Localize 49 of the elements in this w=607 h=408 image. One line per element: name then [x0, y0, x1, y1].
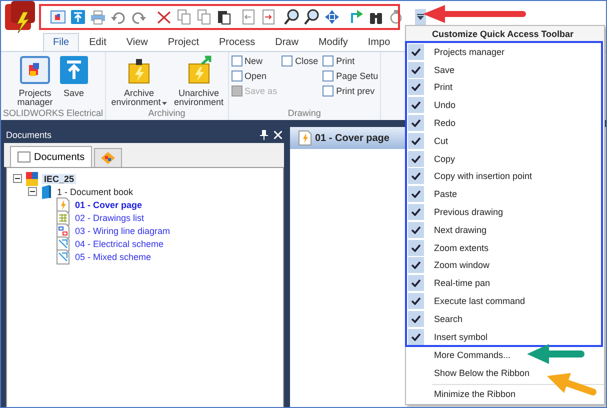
menu-item[interactable]: Copy with insertion point	[406, 168, 604, 186]
menu-item[interactable]: Zoom extents	[406, 238, 604, 257]
ribbon-tab[interactable]: View	[116, 33, 158, 51]
menu-item[interactable]: Show Below the Ribbon	[406, 364, 604, 383]
ribbon-button[interactable]: Unarchive environment	[172, 52, 226, 108]
panel-title: Documents	[6, 130, 52, 140]
menu-item[interactable]: Insert symbol	[406, 328, 604, 346]
menu-item[interactable]: More Commands...	[406, 346, 604, 365]
group-label: SOLIDWORKS Electrical	[3, 108, 104, 120]
tree-item[interactable]: 1 - Document book	[55, 186, 136, 196]
tree-item[interactable]: 03 - Wiring line diagram	[73, 226, 172, 236]
menu-title: Customize Quick Access Toolbar	[406, 26, 604, 42]
ribbon-button[interactable]: Print	[322, 54, 378, 68]
ribbon-tab[interactable]: Edit	[79, 33, 116, 51]
menu-item[interactable]: Minimize the Ribbon	[406, 386, 604, 404]
group-label: Drawing	[288, 108, 321, 120]
menu-item[interactable]: Copy	[406, 150, 604, 168]
ribbon-button[interactable]: Close	[281, 54, 318, 68]
tree-item[interactable]: IEC_25	[42, 174, 76, 184]
ribbon-tab[interactable]: Draw	[265, 33, 308, 51]
menu-item[interactable]: Save	[406, 60, 604, 79]
ribbon-tab[interactable]: Process	[208, 33, 266, 51]
menu-item[interactable]: Projects manager	[406, 43, 604, 61]
ribbon-button[interactable]: Page Setu	[322, 69, 378, 83]
tree-item[interactable]: 04 - Electrical scheme	[73, 238, 166, 248]
ribbon-tab[interactable]: Modify	[308, 33, 358, 51]
menu-item[interactable]: Execute last command	[406, 292, 604, 310]
tree-item[interactable]: 05 - Mixed scheme	[73, 252, 154, 262]
menu-item[interactable]: Real-time pan	[406, 274, 604, 292]
tree-item[interactable]: 02 - Drawings list	[73, 212, 146, 222]
ribbon-button[interactable]: Print prev	[322, 84, 378, 98]
menu-item[interactable]: Zoom window	[406, 256, 604, 274]
ribbon-tab[interactable]: File	[43, 33, 80, 51]
ribbon-button[interactable]: New	[230, 54, 278, 68]
menu-item[interactable]: Paste	[406, 185, 604, 204]
menu-item[interactable]: Next drawing	[406, 220, 604, 239]
group-label: Archiving	[148, 108, 186, 120]
tree-item[interactable]: 01 - Cover page	[73, 200, 144, 210]
ribbon-tab[interactable]: Project	[158, 33, 209, 51]
ribbon-button[interactable]: Save	[56, 52, 91, 108]
ribbon-tab[interactable]: Impo	[358, 33, 400, 51]
menu-item[interactable]: Previous drawing	[406, 203, 604, 221]
menu-item[interactable]: Search	[406, 310, 604, 328]
ribbon-button[interactable]: Archive environment	[108, 52, 170, 108]
menu-item[interactable]: Undo	[406, 96, 604, 114]
menu-item[interactable]: Print	[406, 78, 604, 96]
panel-tab[interactable]: Documents	[10, 146, 92, 167]
ribbon-button[interactable]: Open	[230, 69, 278, 83]
ribbon-button[interactable]: Projects manager	[15, 52, 55, 108]
